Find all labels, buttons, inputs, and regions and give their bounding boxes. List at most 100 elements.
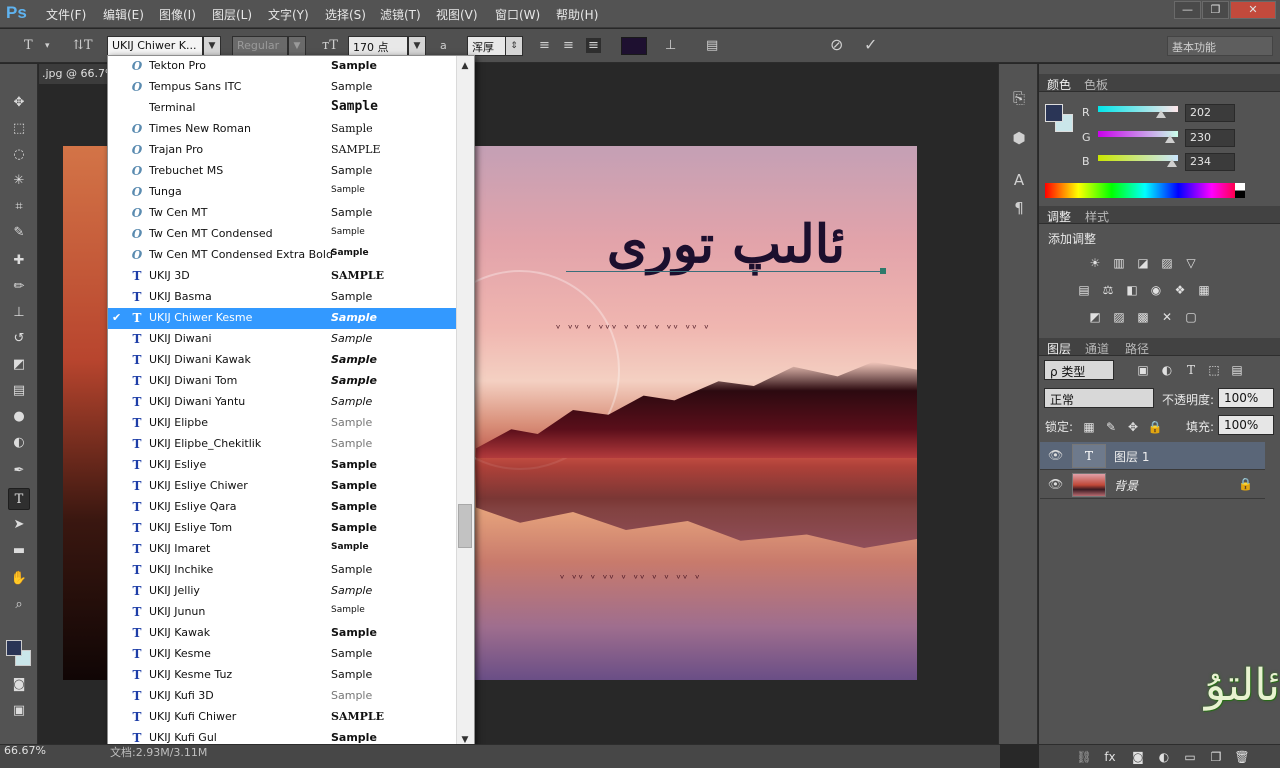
type-icon[interactable]: T [8,488,30,510]
clone-stamp-icon[interactable]: ⊥ [8,302,30,324]
color-spectrum-bw[interactable] [1235,183,1245,198]
lock-position-icon[interactable]: ✥ [1124,419,1142,435]
font-list-item[interactable]: O Tw Cen MT Condensed Extra Bold Sample [108,245,457,266]
adjustment-icon[interactable]: ⚖ [1099,282,1117,298]
path-selection-icon[interactable]: ➤ [8,514,30,536]
lock-pixels-icon[interactable]: ✎ [1102,419,1120,435]
filter-adjust-icon[interactable]: ◐ [1158,362,1176,378]
font-family-field[interactable]: UKIJ Chiwer K... [107,36,203,56]
menu-edit[interactable]: 编辑(E) [103,6,144,23]
adjustment-icon[interactable]: ☀ [1086,255,1104,271]
font-list-item[interactable]: T UKIJ Esliye Chiwer Sample [108,476,457,497]
channel-r-slider[interactable] [1098,106,1178,118]
font-list-item[interactable]: T UKIJ Elipbe Sample [108,413,457,434]
restore-icon[interactable]: ❐ [1202,1,1229,19]
lock-transparency-icon[interactable]: ▦ [1080,419,1098,435]
zoom-readout[interactable]: 66.67% [4,744,46,757]
tab-channels[interactable]: 通道 [1085,340,1109,357]
dodge-icon[interactable]: ◐ [8,432,30,454]
align-center-icon[interactable]: ≡ [563,38,574,53]
eraser-icon[interactable]: ◩ [8,354,30,376]
opacity-field[interactable]: 100% [1218,388,1274,408]
adjustment-icon[interactable]: ✕ [1158,309,1176,325]
font-list-item[interactable]: T UKIJ Kufi 3D Sample [108,686,457,707]
eyedropper-icon[interactable]: ✎ [8,222,30,244]
character-panel-icon[interactable]: ▤ [706,38,718,53]
font-list-item[interactable]: T UKIJ Diwani Kawak Sample [108,350,457,371]
font-list-item[interactable]: T UKIJ Diwani Sample [108,329,457,350]
antialias-dropdown-icon[interactable]: ⇕ [505,36,523,56]
menu-select[interactable]: 选择(S) [325,6,366,23]
fill-field[interactable]: 100% [1218,415,1274,435]
font-list-item[interactable]: T UKIJ Diwani Tom Sample [108,371,457,392]
move-icon[interactable]: ✥ [8,92,30,114]
adjustment-icon[interactable]: ▨ [1110,309,1128,325]
tab-color[interactable]: 颜色 [1047,76,1071,93]
font-family-dropdown-icon[interactable]: ▼ [203,36,221,56]
commit-edit-icon[interactable]: ✓ [864,35,877,54]
menu-filter[interactable]: 滤镜(T) [380,6,421,23]
layer-name[interactable]: 背景 [1114,477,1138,494]
layer-row[interactable]: 👁 背景 🔒 [1040,471,1265,499]
channel-r-value[interactable]: 202 [1185,104,1235,122]
font-list-scrollbar[interactable] [456,56,474,749]
history-panel-icon[interactable]: ⎘ [1009,88,1029,108]
font-list-item[interactable]: T UKIJ Junun Sample [108,602,457,623]
link-layers-icon[interactable]: ⛓ [1075,749,1093,765]
brush-icon[interactable]: ✏ [8,276,30,298]
font-size-dropdown-icon[interactable]: ▼ [408,36,426,56]
warp-text-icon[interactable]: ⊥ [665,38,676,53]
scroll-thumb[interactable] [458,504,472,548]
canvas-text-layer[interactable]: ئالىپ تورى [566,214,886,294]
foreground-color-swatch[interactable] [6,640,22,656]
tab-paths[interactable]: 路径 [1125,340,1149,357]
align-right-icon[interactable]: ≡ [586,38,601,53]
cancel-edit-icon[interactable]: ⊘ [830,35,843,54]
font-list-item[interactable]: T UKIJ Esliye Tom Sample [108,518,457,539]
font-list-item[interactable]: T UKIJ Inchike Sample [108,560,457,581]
adjustment-icon[interactable]: ◉ [1147,282,1165,298]
menu-layer[interactable]: 图层(L) [212,6,252,23]
visibility-eye-icon[interactable]: 👁 [1048,477,1063,491]
font-list-item[interactable]: T UKIJ Diwani Yantu Sample [108,392,457,413]
close-icon[interactable]: ✕ [1230,1,1276,19]
channel-g-thumb[interactable] [1165,135,1175,143]
document-size-info[interactable]: 文档:2.93M/3.11M [110,744,207,760]
zoom-icon[interactable]: ⌕ [8,594,30,616]
font-list-item[interactable]: T UKIJ Kesme Tuz Sample [108,665,457,686]
font-list-item[interactable]: T UKIJ 3D SAMPLE [108,266,457,287]
font-list-item[interactable]: T UKIJ Jelliy Sample [108,581,457,602]
antialias-field[interactable]: 浑厚 [467,36,507,56]
font-family-list[interactable]: O Tekton Pro Sample O Tempus Sans ITC Sample T… [107,55,475,750]
channel-b-value[interactable]: 234 [1185,153,1235,171]
layer-filter-select[interactable]: ρ 类型 [1044,360,1114,380]
channel-b-thumb[interactable] [1166,159,1177,167]
text-color-swatch[interactable] [621,37,647,55]
font-list-item[interactable]: O Times New Roman Sample [108,119,457,140]
adjustment-icon[interactable]: ◩ [1086,309,1104,325]
color-foreground-swatch[interactable] [1045,104,1063,122]
adjustment-icon[interactable]: ▩ [1134,309,1152,325]
text-orientation-icon[interactable]: ⇅T [73,38,93,53]
color-spectrum[interactable] [1045,183,1245,198]
paragraph-icon[interactable]: ¶ [1009,198,1029,218]
font-list-item[interactable]: T UKIJ Imaret Sample [108,539,457,560]
menu-help[interactable]: 帮助(H) [556,6,598,23]
font-list-item[interactable]: T UKIJ Elipbe_Chekitlik Sample [108,434,457,455]
type-tool-preset-icon[interactable]: T [24,38,33,53]
channel-b-slider[interactable] [1098,155,1178,167]
menu-window[interactable]: 窗口(W) [495,6,540,23]
adjustment-icon[interactable]: ❖ [1171,282,1189,298]
font-list-item[interactable]: Terminal Sample [108,98,457,119]
font-list-item[interactable]: T UKIJ Kufi Chiwer SAMPLE [108,707,457,728]
channel-g-value[interactable]: 230 [1185,129,1235,147]
gradient-icon[interactable]: ▤ [8,380,30,402]
preset-chevron-icon[interactable]: ▾ [45,41,50,51]
channel-g-slider[interactable] [1098,131,1178,143]
filter-pixel-icon[interactable]: ▣ [1134,362,1152,378]
adjustment-icon[interactable]: ▥ [1110,255,1128,271]
menu-file[interactable]: 文件(F) [46,6,86,23]
filter-type-icon[interactable]: T [1182,362,1200,378]
minimize-icon[interactable]: — [1174,1,1201,19]
workspace-switcher[interactable]: 基本功能 [1167,36,1273,56]
